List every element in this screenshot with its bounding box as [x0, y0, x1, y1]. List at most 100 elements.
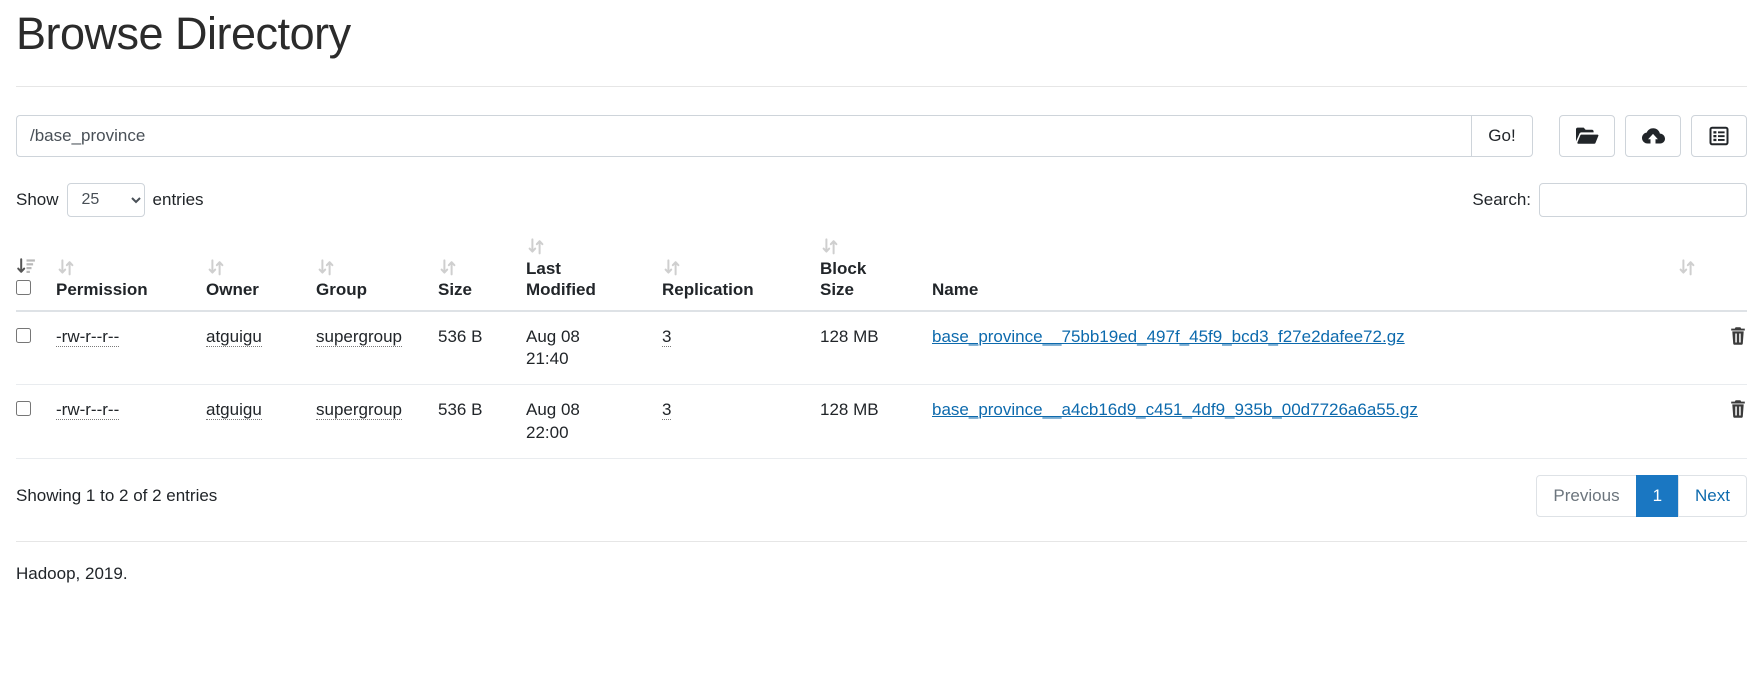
column-label: Name [932, 280, 979, 299]
pagination: Previous 1 Next [1536, 474, 1747, 518]
directory-path-input[interactable] [16, 114, 1471, 157]
delete-file-button[interactable] [1729, 399, 1747, 422]
select-all-checkbox[interactable] [16, 280, 31, 295]
table-row: -rw-r--r-- atguigu supergroup 536 B Aug … [16, 384, 1747, 459]
cell-block-size: 128 MB [820, 384, 932, 459]
page-length-select[interactable]: 25 [66, 182, 145, 217]
path-input-group: Go! [16, 114, 1533, 157]
replication-value[interactable]: 3 [662, 400, 672, 421]
cell-permission: -rw-r--r-- [56, 311, 206, 386]
sort-icon [206, 258, 308, 277]
group-value[interactable]: supergroup [316, 327, 403, 348]
modified-date: Aug 08 [526, 327, 580, 347]
pagination-page-1[interactable]: 1 [1635, 474, 1680, 518]
folder-open-icon [1575, 126, 1599, 146]
column-label: Permission [56, 280, 148, 299]
column-header-block-size[interactable]: Block Size [820, 230, 932, 313]
pagination-previous[interactable]: Previous [1536, 474, 1637, 518]
cell-block-size: 128 MB [820, 311, 932, 386]
modified-time: 21:40 [526, 349, 569, 369]
files-table-body: -rw-r--r-- atguigu supergroup 536 B Aug … [16, 311, 1747, 459]
sort-icon [662, 258, 812, 277]
create-directory-button[interactable] [1559, 114, 1615, 157]
upload-files-button[interactable] [1625, 114, 1681, 157]
page-length-control: Show 25 entries [16, 182, 204, 217]
column-header-name[interactable]: Name [932, 230, 1705, 313]
column-header-owner[interactable]: Owner [206, 230, 316, 313]
cell-last-modified: Aug 08 21:40 [526, 311, 662, 386]
column-header-last-modified[interactable]: Last Modified [526, 230, 662, 313]
cut-and-paste-button[interactable] [1691, 114, 1747, 157]
files-table: Permission Owner Group Size Last Modifie… [16, 230, 1747, 459]
column-header-replication[interactable]: Replication [662, 230, 820, 313]
file-name-link[interactable]: base_province__75bb19ed_497f_45f9_bcd3_f… [932, 327, 1405, 346]
permission-value[interactable]: -rw-r--r-- [56, 327, 120, 348]
cell-size: 536 B [438, 311, 526, 386]
entries-label: entries [152, 189, 204, 209]
list-alt-icon [1708, 126, 1730, 146]
delete-file-button[interactable] [1729, 326, 1747, 349]
cell-last-modified: Aug 08 22:00 [526, 384, 662, 459]
cell-actions [1705, 384, 1747, 459]
column-header-group[interactable]: Group [316, 230, 438, 313]
table-footer: Showing 1 to 2 of 2 entries Previous 1 N… [16, 474, 1747, 518]
cell-name: base_province__a4cb16d9_c451_4df9_935b_0… [932, 384, 1705, 459]
cell-group: supergroup [316, 311, 438, 386]
group-value[interactable]: supergroup [316, 400, 403, 421]
column-header-permission[interactable]: Permission [56, 230, 206, 313]
sort-icon [56, 258, 198, 277]
cell-owner: atguigu [206, 384, 316, 459]
directory-action-buttons [1559, 114, 1747, 157]
row-select-cell [16, 384, 56, 459]
column-header-size[interactable]: Size [438, 230, 526, 313]
path-toolbar: Go! [16, 114, 1747, 157]
row-select-checkbox[interactable] [16, 328, 31, 344]
column-label: Group [316, 280, 367, 299]
cell-permission: -rw-r--r-- [56, 384, 206, 459]
column-label: Owner [206, 280, 259, 299]
row-select-checkbox[interactable] [16, 401, 31, 417]
files-table-header-row: Permission Owner Group Size Last Modifie… [16, 230, 1747, 313]
cell-owner: atguigu [206, 311, 316, 386]
sort-icon [932, 258, 1697, 277]
column-header-actions [1705, 230, 1747, 313]
cell-group: supergroup [316, 384, 438, 459]
column-label-line2: Modified [526, 280, 596, 299]
sort-icon [438, 258, 518, 277]
cell-size: 536 B [438, 384, 526, 459]
column-label-line1: Last [526, 258, 561, 278]
sort-icon [526, 237, 654, 256]
files-table-head: Permission Owner Group Size Last Modifie… [16, 230, 1747, 313]
title-divider [16, 85, 1747, 87]
cell-actions [1705, 311, 1747, 386]
owner-value[interactable]: atguigu [206, 400, 262, 421]
table-info: Showing 1 to 2 of 2 entries [16, 485, 218, 505]
column-label: Replication [662, 280, 754, 299]
search-label: Search: [1472, 189, 1531, 209]
browse-directory-page: Browse Directory Go! [0, 8, 1763, 584]
replication-value[interactable]: 3 [662, 327, 672, 348]
column-label-line1: Block [820, 258, 867, 278]
go-button[interactable]: Go! [1471, 114, 1533, 157]
file-name-link[interactable]: base_province__a4cb16d9_c451_4df9_935b_0… [932, 400, 1418, 419]
table-row: -rw-r--r-- atguigu supergroup 536 B Aug … [16, 311, 1747, 386]
sort-icon [316, 258, 430, 277]
show-label: Show [16, 189, 59, 209]
cell-replication: 3 [662, 311, 820, 386]
column-header-select[interactable] [16, 230, 56, 313]
modified-date: Aug 08 [526, 400, 580, 420]
copyright-text: Hadoop, 2019. [16, 564, 128, 584]
trash-icon [1729, 326, 1747, 349]
table-controls: Show 25 entries Search: [16, 182, 1747, 217]
sort-icon [820, 237, 924, 256]
page-title: Browse Directory [16, 8, 351, 59]
cloud-upload-icon [1641, 126, 1665, 146]
owner-value[interactable]: atguigu [206, 327, 262, 348]
search-input[interactable] [1539, 182, 1747, 217]
search-control: Search: [1472, 182, 1747, 217]
sort-amount-desc-icon [16, 257, 56, 276]
permission-value[interactable]: -rw-r--r-- [56, 400, 120, 421]
cell-replication: 3 [662, 384, 820, 459]
cell-name: base_province__75bb19ed_497f_45f9_bcd3_f… [932, 311, 1705, 386]
pagination-next[interactable]: Next [1678, 474, 1747, 518]
